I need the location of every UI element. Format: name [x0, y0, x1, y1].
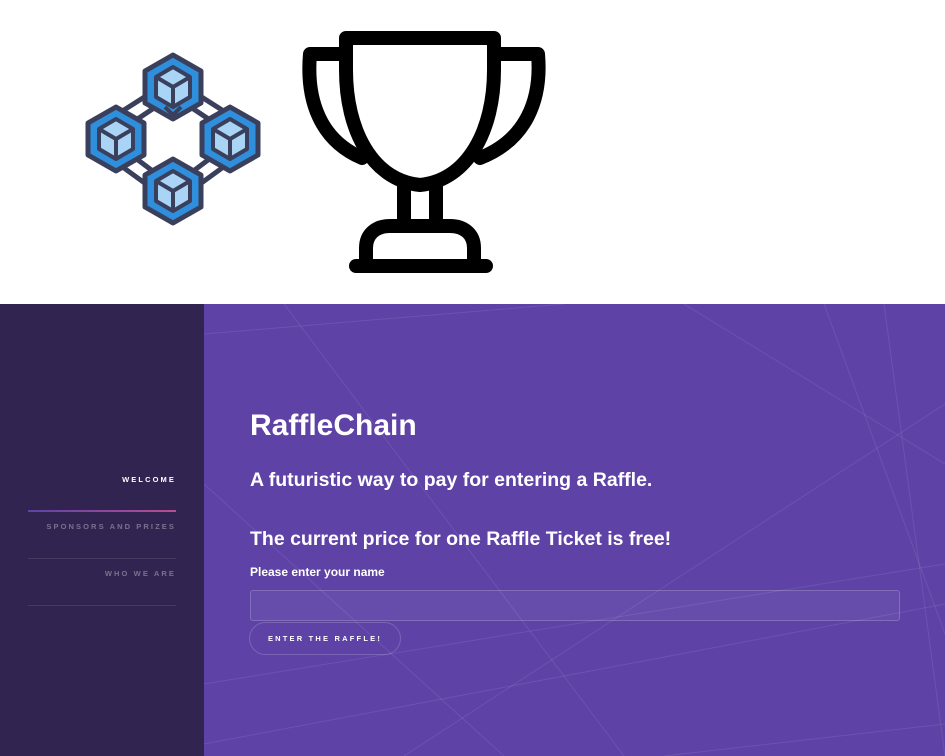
sidebar-item-welcome[interactable]: WELCOME	[28, 466, 176, 512]
tagline: A futuristic way to pay for entering a R…	[250, 469, 653, 491]
sidebar-nav: WELCOME SPONSORS AND PRIZES WHO WE ARE	[28, 466, 176, 607]
name-input[interactable]	[250, 590, 900, 621]
blockchain-network-icon	[85, 52, 261, 226]
ticket-price-text: The current price for one Raffle Ticket …	[250, 528, 672, 550]
sidebar-item-sponsors-and-prizes[interactable]: SPONSORS AND PRIZES	[28, 513, 176, 559]
name-field-label: Please enter your name	[250, 565, 385, 579]
page: WELCOME SPONSORS AND PRIZES WHO WE ARE R…	[0, 0, 945, 756]
app-title: RaffleChain	[250, 409, 417, 442]
sidebar-item-who-we-are[interactable]: WHO WE ARE	[28, 560, 176, 606]
main-content: RaffleChain A futuristic way to pay for …	[204, 304, 945, 756]
hero-image-area	[0, 0, 945, 304]
enter-raffle-button[interactable]: ENTER THE RAFFLE!	[249, 622, 401, 655]
trophy-icon	[302, 31, 546, 273]
